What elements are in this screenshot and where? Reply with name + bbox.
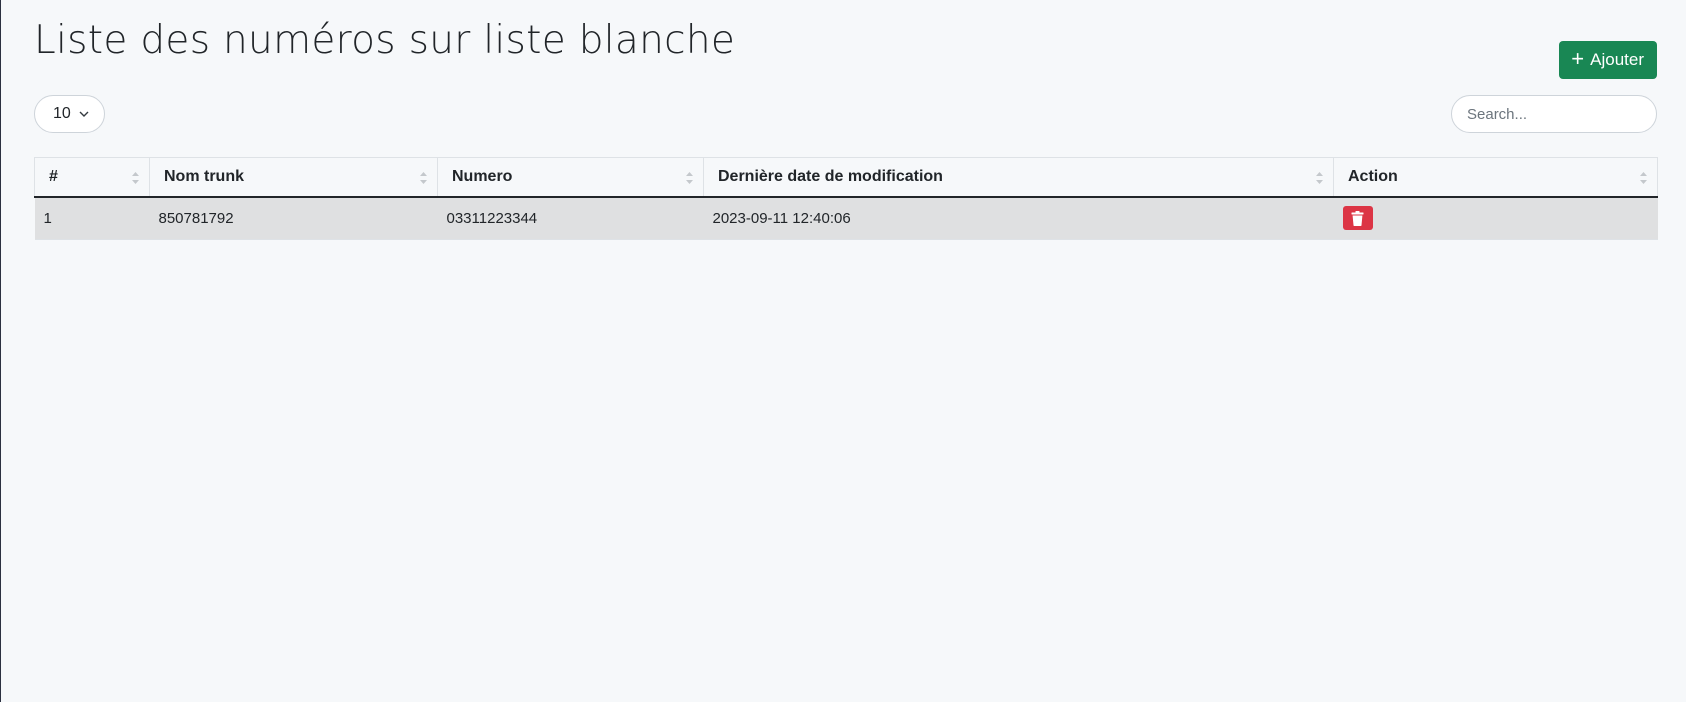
column-header-numero[interactable]: Numero <box>437 157 704 198</box>
cell-numero: 03311223344 <box>437 196 704 240</box>
add-button-label: Ajouter <box>1590 50 1644 69</box>
column-header-trunk[interactable]: Nom trunk <box>149 157 438 198</box>
plus-icon: + <box>1571 46 1585 71</box>
cell-trunk: 850781792 <box>149 196 438 240</box>
cell-modified: 2023-09-11 12:40:06 <box>703 196 1334 240</box>
column-header-action[interactable]: Action <box>1333 157 1658 198</box>
cell-action <box>1333 196 1658 240</box>
add-button[interactable]: + Ajouter <box>1559 41 1657 79</box>
page-length-select[interactable]: 10 <box>34 95 105 133</box>
table-row: 1 850781792 03311223344 2023-09-11 12:40… <box>34 196 1658 240</box>
sort-icon <box>132 172 139 184</box>
trash-icon <box>1351 210 1364 226</box>
column-header-modified[interactable]: Dernière date de modification <box>703 157 1334 198</box>
sort-icon <box>1640 172 1647 184</box>
table-header-row: # Nom trunk Numero Dernière date de modi… <box>34 157 1658 198</box>
cell-index: 1 <box>34 196 150 240</box>
page-title: Liste des numéros sur liste blanche <box>34 18 736 63</box>
sort-icon <box>420 172 427 184</box>
page-length-value: 10 <box>53 105 71 122</box>
delete-button[interactable] <box>1342 206 1373 230</box>
sort-icon <box>1316 172 1323 184</box>
sort-icon <box>686 172 693 184</box>
whitelist-table: # Nom trunk Numero Dernière date de modi… <box>34 157 1658 240</box>
chevron-down-icon <box>79 111 89 117</box>
column-header-index[interactable]: # <box>34 157 150 198</box>
search-input[interactable] <box>1451 95 1657 133</box>
